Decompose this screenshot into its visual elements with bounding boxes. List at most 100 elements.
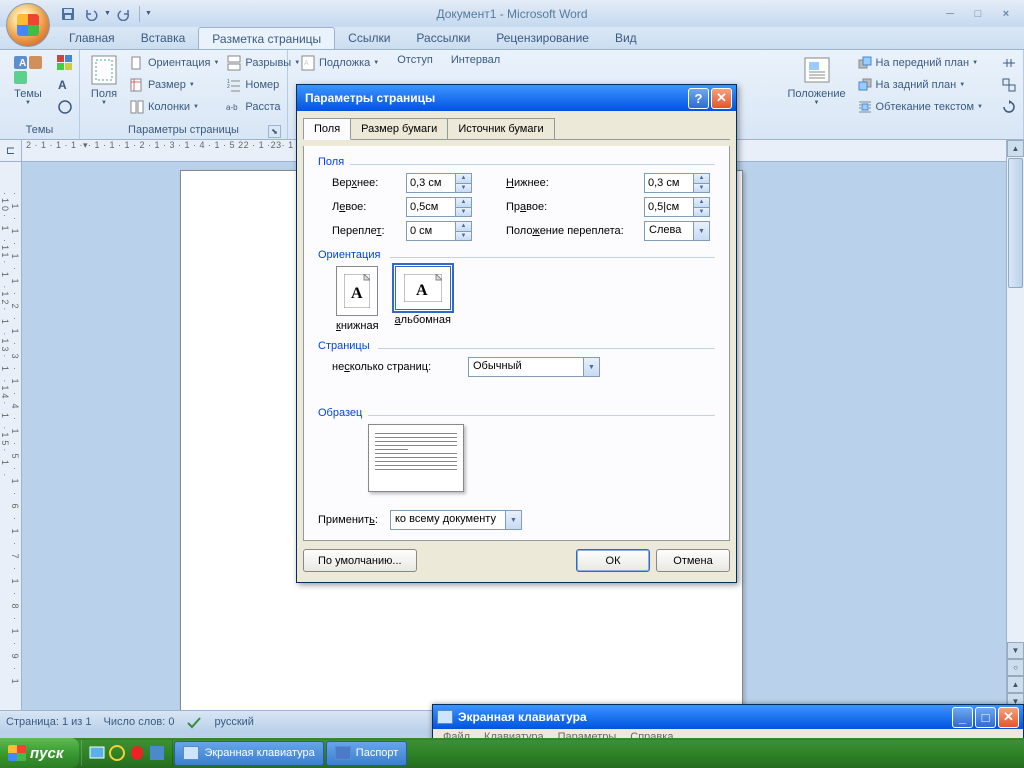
dlg-tab-source[interactable]: Источник бумаги <box>447 118 554 140</box>
position-button[interactable]: Положение ▼ <box>793 52 841 108</box>
tab-view[interactable]: Вид <box>602 27 650 49</box>
svg-text:A: A <box>416 282 428 299</box>
svg-text:A: A <box>58 78 67 92</box>
svg-text:A: A <box>19 58 26 69</box>
themes-button[interactable]: A Темы ▼ <box>4 52 52 108</box>
status-words[interactable]: Число слов: 0 <box>104 716 175 728</box>
preview-section-label: Образец <box>318 407 715 419</box>
align-button[interactable] <box>999 52 1019 74</box>
orientation-portrait[interactable]: A книжная <box>336 266 379 332</box>
tab-home[interactable]: Главная <box>56 27 128 49</box>
gutter-input[interactable]: ▲▼ <box>406 221 472 241</box>
gutter-pos-label: Положение переплета: <box>506 225 638 237</box>
group-page-setup: Параметры страницы⬊ <box>84 123 283 137</box>
indent-header: Отступ <box>395 52 435 68</box>
landscape-label: альбомная <box>395 314 451 326</box>
apply-to-label: Применить: <box>318 514 384 526</box>
svg-text:A: A <box>351 285 363 302</box>
tab-insert[interactable]: Вставка <box>128 27 199 49</box>
size-button[interactable]: Размер ▼ <box>127 74 221 96</box>
close-button[interactable]: × <box>994 6 1018 22</box>
margins-button[interactable]: Поля ▼ <box>84 52 124 108</box>
scroll-down[interactable]: ▼ <box>1007 642 1024 659</box>
qat-save[interactable] <box>58 4 78 24</box>
scroll-up[interactable]: ▲ <box>1007 140 1024 157</box>
left-margin-input[interactable]: ▲▼ <box>406 197 472 217</box>
text-wrap-button[interactable]: Обтекание текстом ▼ <box>855 96 985 118</box>
tab-references[interactable]: Ссылки <box>335 27 403 49</box>
themes-label: Темы <box>14 88 42 100</box>
tab-review[interactable]: Рецензирование <box>483 27 602 49</box>
right-margin-input[interactable]: ▲▼ <box>644 197 710 217</box>
svg-text:2: 2 <box>227 84 230 90</box>
gutter-label: Переплет: <box>332 225 400 237</box>
prev-page[interactable]: ▲ <box>1007 676 1024 693</box>
send-back-button[interactable]: На задний план ▼ <box>855 74 985 96</box>
left-margin-label: Левое: <box>332 201 400 213</box>
maximize-button[interactable]: □ <box>966 6 990 22</box>
dialog-help-button[interactable]: ? <box>688 88 709 109</box>
default-button[interactable]: По умолчанию... <box>303 549 417 572</box>
status-proof-icon[interactable] <box>186 715 202 729</box>
orientation-landscape[interactable]: A альбомная <box>395 266 451 332</box>
browse-object[interactable]: ○ <box>1007 659 1024 676</box>
start-button[interactable]: пуск <box>0 738 79 768</box>
ql-app[interactable] <box>148 744 166 762</box>
rotate-button[interactable] <box>999 96 1019 118</box>
bottom-margin-label: Нижнее: <box>506 177 638 189</box>
margins-label: Поля <box>91 88 117 100</box>
kbd-minimize[interactable]: _ <box>952 707 973 728</box>
ql-opera[interactable] <box>128 744 146 762</box>
qat-redo[interactable] <box>114 4 134 24</box>
page-setup-launcher[interactable]: ⬊ <box>268 125 281 138</box>
portrait-label: книжная <box>336 320 379 332</box>
keyboard-icon <box>437 710 453 724</box>
svg-text:A: A <box>304 60 309 67</box>
preview-pane <box>368 424 464 492</box>
apply-to-combo[interactable]: ко всему документу▼ <box>390 510 522 530</box>
multi-pages-combo[interactable]: Обычный▼ <box>468 357 600 377</box>
theme-effects[interactable] <box>55 96 75 118</box>
tab-page-layout[interactable]: Разметка страницы <box>198 27 335 49</box>
taskbar-item-passport[interactable]: Паспорт <box>326 741 408 766</box>
dlg-tab-margins[interactable]: Поля <box>303 118 351 140</box>
ql-show-desktop[interactable] <box>88 744 106 762</box>
bring-front-button[interactable]: На передний план ▼ <box>855 52 985 74</box>
watermark-button[interactable]: AПодложка ▼ <box>298 52 381 74</box>
vertical-ruler: · 1 · 1 · 1 · 1 · 2 · 1 · 3 · 1 · 4 · 1 … <box>0 162 20 710</box>
dialog-close-button[interactable]: ✕ <box>711 88 732 109</box>
margins-section-label: Поля <box>318 156 715 168</box>
theme-colors[interactable] <box>55 52 75 74</box>
bottom-margin-input[interactable]: ▲▼ <box>644 173 710 193</box>
tab-mailings[interactable]: Рассылки <box>403 27 483 49</box>
minimize-button[interactable]: ─ <box>938 6 962 22</box>
cancel-button[interactable]: Отмена <box>656 549 730 572</box>
ok-button[interactable]: ОК <box>576 549 650 572</box>
taskbar-item-keyboard[interactable]: Экранная клавиатура <box>174 741 323 766</box>
qat-undo[interactable] <box>81 4 101 24</box>
orientation-section-label: Ориентация <box>318 249 715 261</box>
window-title: Документ1 - Microsoft Word <box>436 7 587 21</box>
multi-pages-label: несколько страниц: <box>332 361 462 373</box>
kbd-close[interactable]: ✕ <box>998 707 1019 728</box>
top-margin-input[interactable]: ▲▼ <box>406 173 472 193</box>
status-language[interactable]: русский <box>214 716 253 728</box>
theme-fonts[interactable]: A <box>55 74 75 96</box>
position-label: Положение <box>787 88 845 100</box>
vertical-scrollbar[interactable]: ▲ ▼ ○ ▲ ▼ <box>1006 140 1024 710</box>
kbd-title: Экранная клавиатура <box>458 710 950 724</box>
columns-button[interactable]: Колонки ▼ <box>127 96 221 118</box>
orientation-button[interactable]: Ориентация ▼ <box>127 52 221 74</box>
gutter-pos-combo[interactable]: Слева▼ <box>644 221 710 241</box>
group-button[interactable] <box>999 74 1019 96</box>
dlg-tab-paper[interactable]: Размер бумаги <box>350 118 448 140</box>
status-page[interactable]: Страница: 1 из 1 <box>6 716 92 728</box>
svg-text:a-b: a-b <box>226 103 238 112</box>
scroll-thumb[interactable] <box>1008 158 1023 288</box>
office-button[interactable] <box>6 3 50 47</box>
top-margin-label: Верхнее: <box>332 177 400 189</box>
kbd-maximize[interactable]: □ <box>975 707 996 728</box>
pages-section-label: Страницы <box>318 340 715 352</box>
ql-ie[interactable] <box>108 744 126 762</box>
group-themes: Темы <box>4 123 75 137</box>
